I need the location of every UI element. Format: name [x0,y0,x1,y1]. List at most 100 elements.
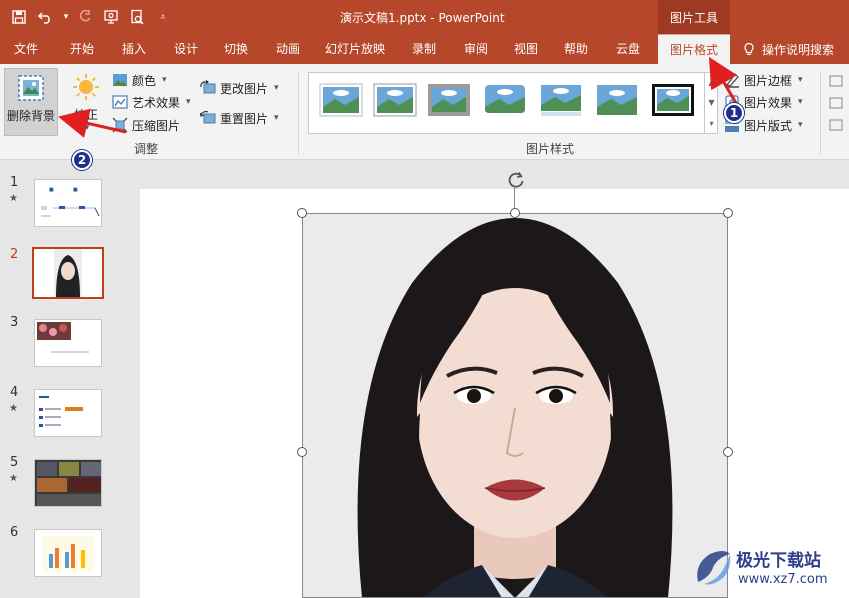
reset-picture-button[interactable]: 重置图片 ▾ [200,108,279,128]
print-preview-icon [131,9,144,25]
tab-animations[interactable]: 动画 [266,34,310,64]
print-preview-button[interactable] [126,6,148,28]
picture-layout-label: 图片版式 [744,118,793,133]
presentation-icon [104,10,118,24]
slide-thumbnail-1[interactable]: ■ ■ [34,179,102,227]
slide-thumbnail-2[interactable] [32,247,104,299]
adjust-dialog-launcher[interactable] [286,146,296,156]
tab-file[interactable]: 文件 [6,34,46,64]
corrections-label: 校正 [73,108,98,122]
selected-picture[interactable] [302,213,728,598]
document-title: 演示文稿1.pptx - PowerPoint [340,11,505,25]
picture-style-5[interactable] [539,83,583,117]
animation-star-icon: ★ [9,193,18,204]
resize-handle-right[interactable] [723,447,733,457]
tab-insert[interactable]: 插入 [112,34,156,64]
slide-4-preview [39,396,83,427]
resize-handle-top[interactable] [510,208,520,218]
slide-number: 4 [10,385,19,400]
picture-border-button[interactable]: 图片边框 ▾ [724,70,803,90]
animation-star-icon: ★ [9,403,18,414]
redo-icon [79,9,91,22]
remove-background-button[interactable]: 删除背景 [4,68,58,136]
undo-button[interactable] [34,6,56,28]
picture-tools-context-label: 图片工具 [658,0,730,34]
corrections-button[interactable]: 校正 ▾ [66,72,106,136]
tab-design[interactable]: 设计 [164,34,208,64]
tab-home[interactable]: 开始 [60,34,104,64]
undo-dropdown[interactable]: ▾ [60,6,70,28]
picture-styles-gallery [308,72,718,134]
chevron-down-icon: ▾ [274,113,279,123]
styles-dialog-launcher[interactable] [806,146,816,156]
gallery-scroll[interactable]: ▲ ▼ ▾ [704,72,718,134]
slide-6-preview [43,536,93,572]
picture-style-1[interactable] [319,83,363,117]
tab-cloud[interactable]: 云盘 [606,34,650,64]
compress-pictures-button[interactable]: 压缩图片 [112,115,180,135]
chevron-down-icon: ▾ [162,75,167,85]
artistic-effects-button[interactable]: 艺术效果 ▾ [112,92,191,112]
resize-handle-left[interactable] [297,447,307,457]
gallery-down-icon[interactable]: ▼ [708,98,714,107]
watermark-name: 极光下载站 [736,551,821,571]
picture-style-2[interactable] [373,83,417,117]
step-badge-2: 2 [72,150,92,170]
rotate-handle-icon[interactable] [506,170,526,190]
save-icon [12,10,26,24]
watermark-logo-icon [697,551,731,585]
color-label: 颜色 [132,73,157,88]
picture-border-icon [725,73,739,88]
picture-border-label: 图片边框 [744,73,793,88]
tab-view[interactable]: 视图 [504,34,548,64]
slide-thumbnail-4[interactable] [34,389,102,437]
slide-thumbnail-5[interactable] [34,459,102,507]
redo-button[interactable] [74,6,96,28]
ribbon-body: 删除背景 校正 ▾ 颜色 ▾ 艺术效果 ▾ 压缩图片 更改图片 ▾ 重置图片 ▾ 调整 [0,64,849,160]
lightbulb-icon [744,42,754,55]
animation-star-icon: ★ [9,473,18,484]
slide-number: 3 [10,315,19,330]
slide-number: 1 [10,175,19,190]
color-icon [113,74,127,86]
artistic-effects-icon [112,95,128,109]
artistic-effects-label: 艺术效果 [132,95,181,110]
slideshow-start-button[interactable] [100,6,122,28]
quick-access-toolbar: ▾ ⩡ [8,6,174,28]
slide-3-preview [37,322,89,353]
change-picture-button[interactable]: 更改图片 ▾ [200,78,279,98]
compress-pictures-label: 压缩图片 [132,118,181,133]
gallery-more-icon[interactable]: ▾ [709,119,713,128]
resize-handle-top-left[interactable] [297,208,307,218]
reset-picture-icon [200,110,216,124]
tab-transitions[interactable]: 切换 [214,34,258,64]
tab-review[interactable]: 审阅 [454,34,498,64]
change-picture-label: 更改图片 [220,81,269,96]
picture-style-4[interactable] [483,83,527,117]
save-button[interactable] [8,6,30,28]
slide-5-preview [35,460,101,506]
slide-number: 5 [10,455,19,470]
customize-qat-button[interactable]: ⩡ [152,6,174,28]
chevron-down-icon: ▾ [186,97,191,107]
remove-background-icon [18,75,44,101]
search-label: 操作说明搜索 [762,42,835,57]
slide-thumbnail-panel: 1 ★ ■ ■ 2 3 4 ★ 5 ★ 6 [0,161,126,598]
tab-slideshow[interactable]: 幻灯片放映 [322,34,388,64]
picture-style-6[interactable] [595,83,639,117]
tab-help[interactable]: 帮助 [554,34,598,64]
slide-thumbnail-6[interactable] [34,529,102,577]
resize-handle-top-right[interactable] [723,208,733,218]
color-button[interactable]: 颜色 ▾ [112,70,167,90]
picture-style-3[interactable] [427,83,471,117]
compress-icon [112,117,128,133]
tell-me-search[interactable]: 操作说明搜索 [742,34,834,64]
picture-style-7[interactable] [651,83,695,117]
gallery-up-icon[interactable]: ▲ [708,78,714,87]
remove-background-label: 删除背景 [6,109,55,123]
tab-record[interactable]: 录制 [402,34,446,64]
chevron-down-icon: ▾ [798,120,803,130]
tab-picture-format[interactable]: 图片格式 [658,34,730,64]
arrange-icons-partial[interactable] [828,72,846,132]
slide-thumbnail-3[interactable] [34,319,102,367]
